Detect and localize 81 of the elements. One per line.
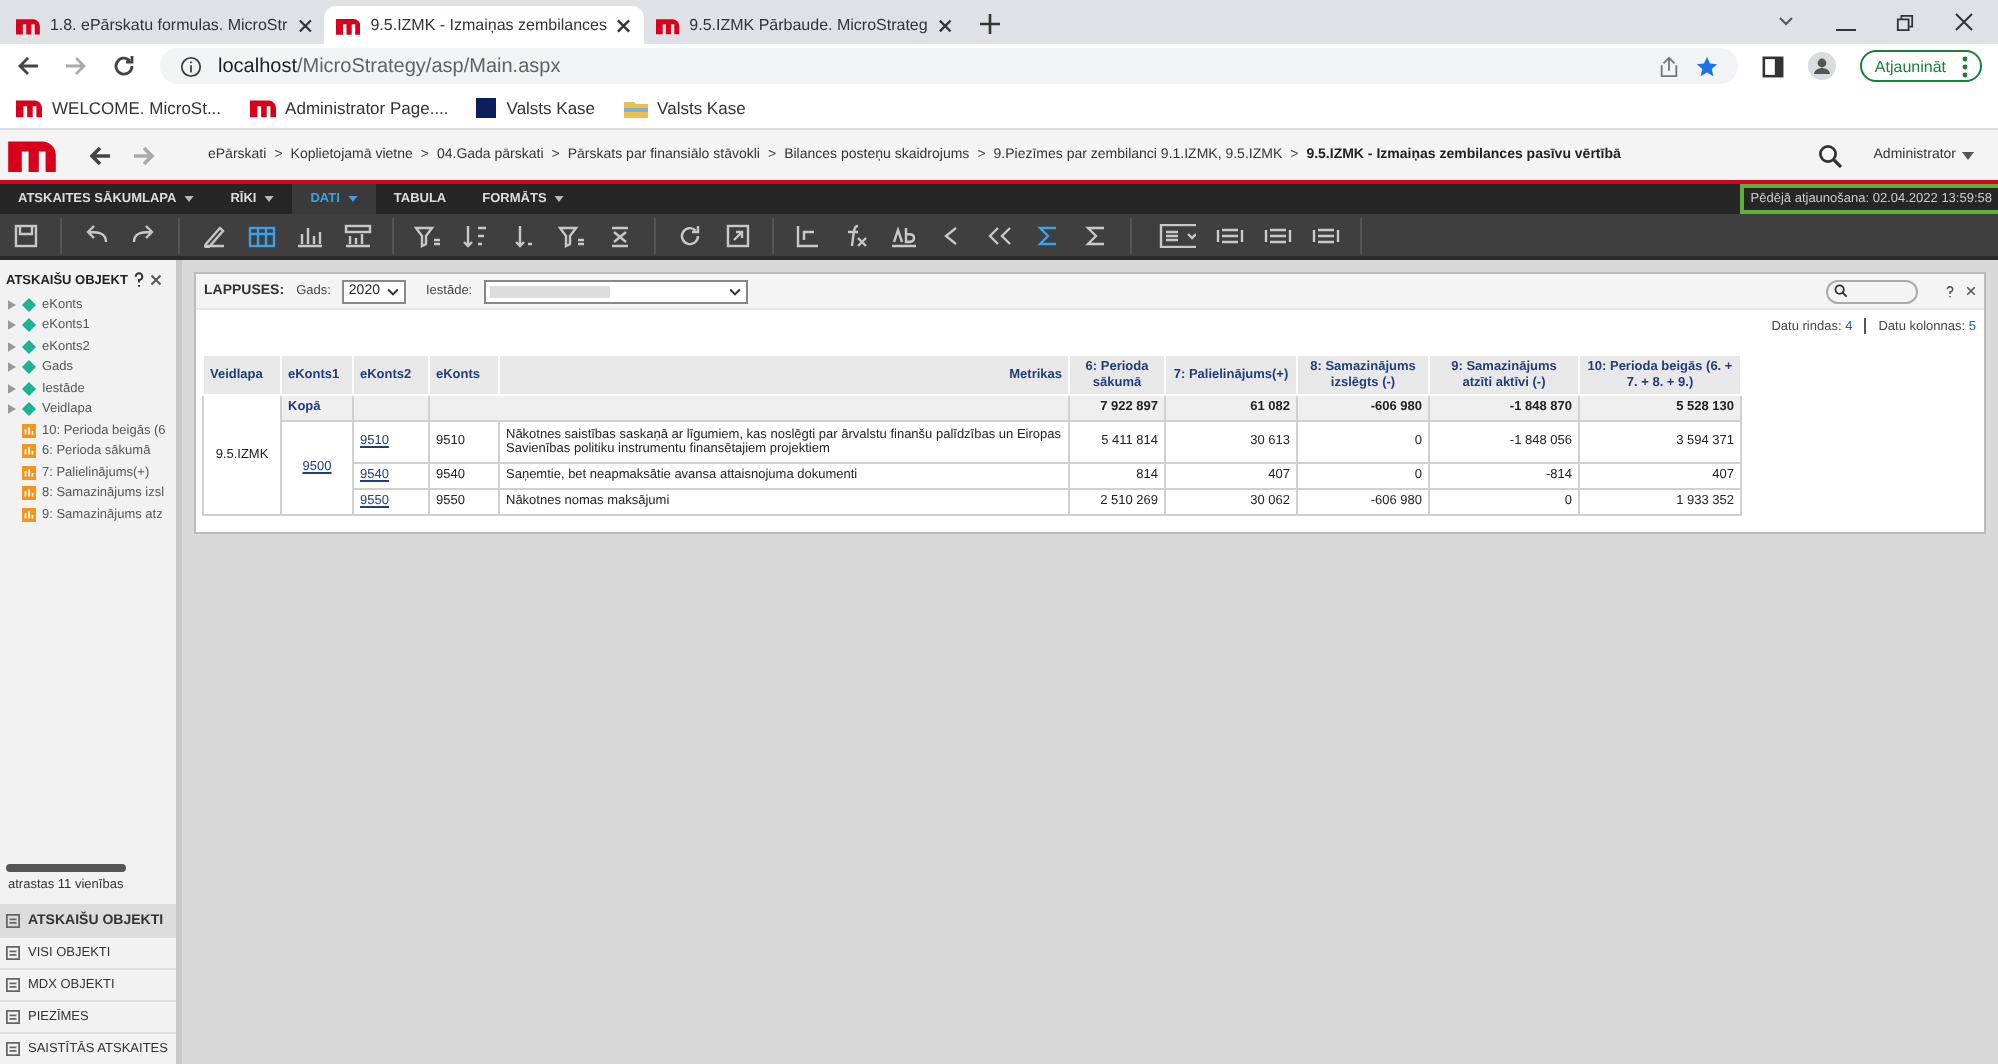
- browser-tab[interactable]: 9.5.IZMK Pārbaude. MicroStrateg: [644, 6, 964, 44]
- save-icon[interactable]: [12, 223, 40, 247]
- bookmark[interactable]: Valsts Kase: [623, 98, 746, 118]
- minimize-icon[interactable]: [1836, 28, 1856, 32]
- bookmark[interactable]: Administrator Page....: [249, 98, 449, 118]
- refresh-icon[interactable]: [676, 223, 704, 247]
- export-icon[interactable]: [724, 223, 752, 247]
- restore-icon[interactable]: [1896, 14, 1914, 32]
- close-icon[interactable]: [1954, 12, 1974, 32]
- gridchart-icon[interactable]: [344, 223, 372, 247]
- pivot-icon[interactable]: [794, 223, 822, 247]
- metric-icon: [22, 444, 36, 459]
- browser-tab[interactable]: 1.8. ePārskatu formulas. MicroStr: [4, 6, 324, 44]
- help-icon[interactable]: [1946, 285, 1954, 297]
- close-icon[interactable]: [616, 17, 632, 33]
- side-panel-icon[interactable]: [1762, 55, 1785, 77]
- redo-icon[interactable]: [130, 223, 158, 247]
- metric-icon: [22, 423, 36, 438]
- star-icon[interactable]: [1696, 55, 1719, 77]
- chevron-down-icon: [728, 287, 743, 295]
- back-icon[interactable]: [88, 143, 112, 167]
- close-icon[interactable]: [937, 17, 952, 33]
- logo-icon[interactable]: [8, 138, 56, 172]
- group-icon[interactable]: [1216, 223, 1244, 247]
- logo-icon: [16, 15, 40, 35]
- sigma-icon[interactable]: [1082, 223, 1110, 247]
- list-icon: [6, 1010, 20, 1024]
- filter-icon[interactable]: [558, 223, 586, 247]
- reload-icon[interactable]: [112, 54, 136, 78]
- square-icon: [476, 98, 497, 118]
- bookmark[interactable]: WELCOME. MicroSt...: [16, 98, 222, 118]
- undo-icon[interactable]: [82, 223, 110, 247]
- function-icon[interactable]: [842, 223, 870, 247]
- profile-icon[interactable]: [1808, 52, 1837, 80]
- info-icon: [180, 55, 202, 77]
- pen-icon[interactable]: [200, 223, 228, 247]
- help-icon[interactable]: [133, 272, 144, 288]
- close-icon[interactable]: [297, 17, 312, 33]
- chevron-down-icon: [385, 287, 400, 295]
- tab-title: 1.8. ePārskatu formulas. MicroStr: [49, 16, 288, 34]
- more-icon: [1962, 55, 1968, 77]
- swap-icon[interactable]: [986, 223, 1014, 247]
- tab-title: 9.5.IZMK Pārbaude. MicroStrateg: [689, 16, 928, 34]
- filter-icon[interactable]: [414, 223, 442, 247]
- tab-title: 9.5.IZMK - Izmaiņas zembilances: [370, 16, 607, 34]
- close-icon[interactable]: [149, 274, 162, 286]
- update-button[interactable]: Atjaunināt: [1860, 50, 1982, 82]
- group-icon[interactable]: [1312, 223, 1340, 247]
- list-icon: [6, 914, 20, 928]
- close-icon[interactable]: [1966, 286, 1976, 296]
- sort-icon[interactable]: [462, 223, 490, 247]
- logo-icon: [336, 15, 361, 35]
- address-field[interactable]: localhost/MicroStrategy/asp/Main.aspx: [160, 48, 1739, 84]
- caret-icon: [1962, 151, 1974, 159]
- chart-icon[interactable]: [296, 223, 324, 247]
- search-icon[interactable]: [1817, 143, 1842, 167]
- group-icon[interactable]: [1264, 223, 1292, 247]
- metric-icon: [22, 507, 36, 522]
- grid-icon[interactable]: [248, 223, 276, 247]
- metric-icon: [22, 486, 36, 501]
- clear-icon[interactable]: [606, 223, 634, 247]
- folder-icon: [623, 98, 648, 118]
- logo-icon: [249, 98, 276, 118]
- list-icon: [6, 946, 20, 960]
- metric-icon: [22, 465, 36, 480]
- logo-icon: [656, 15, 680, 35]
- rename-icon[interactable]: [890, 223, 918, 247]
- back-icon[interactable]: [16, 54, 40, 78]
- sortdown-icon[interactable]: [510, 223, 538, 247]
- bookmark[interactable]: Valsts Kase: [476, 98, 596, 118]
- list-icon: [6, 978, 20, 992]
- list-icon: [6, 1042, 20, 1056]
- browser-tab[interactable]: 9.5.IZMK - Izmaiņas zembilances: [324, 6, 644, 44]
- logo-icon: [16, 98, 42, 118]
- institution-select[interactable]: [484, 279, 749, 303]
- search-field[interactable]: [1826, 279, 1918, 303]
- share-icon[interactable]: [1658, 55, 1681, 77]
- search-icon: [1834, 284, 1848, 298]
- scrollbar[interactable]: [6, 864, 126, 872]
- sigma-icon[interactable]: [1034, 223, 1062, 247]
- new-tab-icon[interactable]: [980, 14, 1000, 34]
